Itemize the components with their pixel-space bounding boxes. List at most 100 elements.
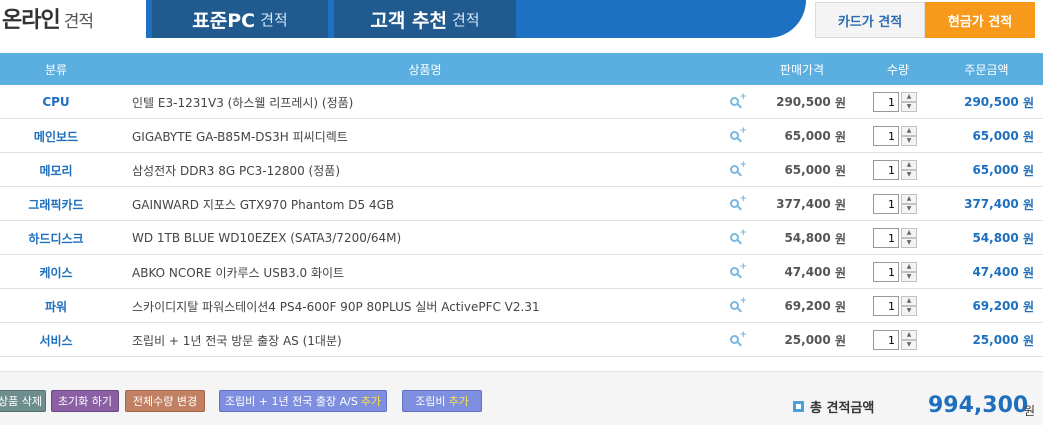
quantity-input[interactable] <box>873 92 899 112</box>
quantity-stepper: ▲▼ <box>873 262 917 282</box>
tab-standard-pc[interactable]: 표준PC 견적 <box>152 0 328 38</box>
row-zoom[interactable]: + <box>727 85 747 119</box>
estimate-footer: 상품 삭제 초기화 하기 전체수량 변경 조립비 + 1년 전국 출장 A/S 추… <box>0 371 1043 425</box>
table-row: 그래픽카드 GAINWARD 지포스 GTX970 Phantom D5 4GB… <box>0 187 1043 221</box>
quantity-input[interactable] <box>873 330 899 350</box>
row-total-unit: 원 <box>1022 163 1034 178</box>
row-category[interactable]: 메인보드 <box>0 119 112 153</box>
quantity-input[interactable] <box>873 194 899 214</box>
row-product-name[interactable]: WD 1TB BLUE WD10EZEX (SATA3/7200/64M) <box>132 221 712 255</box>
row-zoom[interactable]: + <box>727 153 747 187</box>
change-all-quantity-button[interactable]: 전체수량 변경 <box>125 390 205 412</box>
tab-cash-price[interactable]: 현금가 견적 <box>925 2 1035 38</box>
row-category[interactable]: 하드디스크 <box>0 221 112 255</box>
quantity-input[interactable] <box>873 296 899 316</box>
quantity-down-arrow-icon[interactable]: ▼ <box>901 136 917 146</box>
row-category[interactable]: 서비스 <box>0 323 112 357</box>
add-assembly-as-label: 조립비 + 1년 전국 출장 A/S <box>224 395 358 408</box>
quantity-up-arrow-icon[interactable]: ▲ <box>901 262 917 272</box>
row-total-value: 65,000 <box>972 129 1019 143</box>
quantity-stepper: ▲▼ <box>873 296 917 316</box>
row-product-name[interactable]: 스카이디지탈 파워스테이션4 PS4-600F 90P 80PLUS 실버 Ac… <box>132 289 712 323</box>
quantity-up-arrow-icon[interactable]: ▲ <box>901 296 917 306</box>
row-price: 65,000 원 <box>752 119 846 153</box>
row-qty: ▲▼ <box>873 289 923 323</box>
quantity-input[interactable] <box>873 160 899 180</box>
total-estimate-amount: 994,300 <box>928 393 1029 418</box>
zoom-plus-icon[interactable]: + <box>729 330 747 347</box>
row-product-name[interactable]: 삼성전자 DDR3 8G PC3-12800 (정품) <box>132 153 712 187</box>
row-product-name[interactable]: 인텔 E3-1231V3 (하스웰 리프레시) (정품) <box>132 85 712 119</box>
quantity-down-arrow-icon[interactable]: ▼ <box>901 340 917 350</box>
column-header-total: 주문금액 <box>964 62 1009 77</box>
quantity-input[interactable] <box>873 126 899 146</box>
zoom-plus-icon[interactable]: + <box>729 92 747 109</box>
row-total-unit: 원 <box>1022 299 1034 314</box>
quantity-stepper: ▲▼ <box>873 160 917 180</box>
row-zoom[interactable]: + <box>727 187 747 221</box>
row-qty: ▲▼ <box>873 187 923 221</box>
row-qty: ▲▼ <box>873 119 923 153</box>
row-category[interactable]: 그래픽카드 <box>0 187 112 221</box>
row-product-name[interactable]: ABKO NCORE 이카루스 USB3.0 화이트 <box>132 255 712 289</box>
row-price-value: 69,200 <box>784 299 831 313</box>
tab-customer-recommend[interactable]: 고객 추천 견적 <box>334 0 516 38</box>
row-category[interactable]: 파워 <box>0 289 112 323</box>
row-total-value: 290,500 <box>964 95 1019 109</box>
add-assembly-button[interactable]: 조립비 추가 <box>402 390 482 412</box>
row-total-unit: 원 <box>1022 333 1034 348</box>
add-assembly-as-button[interactable]: 조립비 + 1년 전국 출장 A/S 추가 <box>219 390 387 412</box>
zoom-plus-icon[interactable]: + <box>729 160 747 177</box>
quantity-up-arrow-icon[interactable]: ▲ <box>901 330 917 340</box>
row-category[interactable]: 케이스 <box>0 255 112 289</box>
row-price: 54,800 원 <box>752 221 846 255</box>
estimate-tab-strip: 표준PC 견적 고객 추천 견적 <box>146 0 806 38</box>
row-category[interactable]: CPU <box>0 85 112 119</box>
quantity-stepper: ▲▼ <box>873 330 917 350</box>
zoom-plus-icon[interactable]: + <box>729 262 747 279</box>
row-zoom[interactable]: + <box>727 255 747 289</box>
quantity-down-arrow-icon[interactable]: ▼ <box>901 306 917 316</box>
table-row: 케이스 ABKO NCORE 이카루스 USB3.0 화이트 + 47,400 … <box>0 255 1043 289</box>
quantity-up-arrow-icon[interactable]: ▲ <box>901 92 917 102</box>
delete-product-button[interactable]: 상품 삭제 <box>0 390 46 412</box>
quantity-up-arrow-icon[interactable]: ▲ <box>901 160 917 170</box>
row-product-name[interactable]: GIGABYTE GA-B85M-DS3H 피씨디렉트 <box>132 119 712 153</box>
quantity-down-arrow-icon[interactable]: ▼ <box>901 170 917 180</box>
row-zoom[interactable]: + <box>727 221 747 255</box>
zoom-plus-icon[interactable]: + <box>729 228 747 245</box>
square-bullet-icon <box>793 401 804 412</box>
zoom-plus-icon[interactable]: + <box>729 126 747 143</box>
zoom-plus-icon[interactable]: + <box>729 296 747 313</box>
table-row: 서비스 조립비 + 1년 전국 방문 출장 AS (1대분) + 25,000 … <box>0 323 1043 357</box>
quantity-up-arrow-icon[interactable]: ▲ <box>901 194 917 204</box>
table-row: CPU 인텔 E3-1231V3 (하스웰 리프레시) (정품) + 290,5… <box>0 85 1043 119</box>
quantity-down-arrow-icon[interactable]: ▼ <box>901 238 917 248</box>
quantity-down-arrow-icon[interactable]: ▼ <box>901 102 917 112</box>
quantity-down-arrow-icon[interactable]: ▼ <box>901 272 917 282</box>
add-assembly-highlight: 추가 <box>448 395 469 408</box>
row-price-value: 377,400 <box>776 197 831 211</box>
row-zoom[interactable]: + <box>727 119 747 153</box>
table-header: 분류 상품명 판매가격 수량 주문금액 <box>0 53 1043 85</box>
row-zoom[interactable]: + <box>727 323 747 357</box>
row-product-name[interactable]: 조립비 + 1년 전국 방문 출장 AS (1대분) <box>132 323 712 357</box>
quantity-input[interactable] <box>873 228 899 248</box>
quantity-down-arrow-icon[interactable]: ▼ <box>901 204 917 214</box>
reset-button[interactable]: 초기화 하기 <box>51 390 119 412</box>
quantity-up-arrow-icon[interactable]: ▲ <box>901 228 917 238</box>
row-price-value: 290,500 <box>776 95 831 109</box>
row-total: 54,800 원 <box>930 221 1034 255</box>
row-price: 47,400 원 <box>752 255 846 289</box>
row-zoom[interactable]: + <box>727 289 747 323</box>
quantity-up-arrow-icon[interactable]: ▲ <box>901 126 917 136</box>
row-price: 65,000 원 <box>752 153 846 187</box>
total-estimate-unit: 원 <box>1024 404 1036 418</box>
tab-card-price[interactable]: 카드가 견적 <box>815 2 925 38</box>
row-qty: ▲▼ <box>873 221 923 255</box>
row-total: 69,200 원 <box>930 289 1034 323</box>
row-product-name[interactable]: GAINWARD 지포스 GTX970 Phantom D5 4GB <box>132 187 712 221</box>
quantity-input[interactable] <box>873 262 899 282</box>
zoom-plus-icon[interactable]: + <box>729 194 747 211</box>
row-category[interactable]: 메모리 <box>0 153 112 187</box>
